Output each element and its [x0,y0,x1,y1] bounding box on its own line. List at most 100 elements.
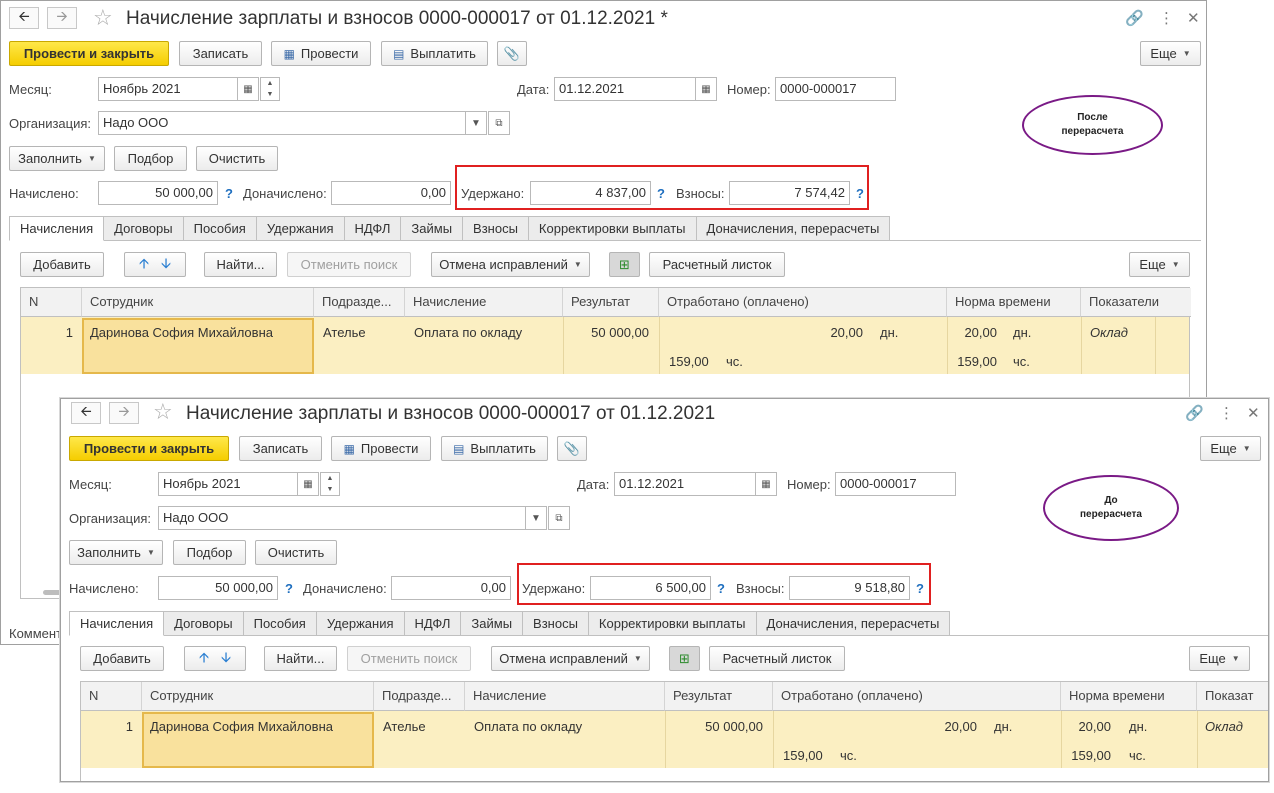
attach-button[interactable]: 📎 [557,436,587,461]
more-vertical-icon[interactable]: ⋮ [1159,9,1174,27]
add-button[interactable]: Добавить [20,252,104,277]
payslip-button[interactable]: Расчетный листок [709,646,845,671]
clear-button[interactable]: Очистить [196,146,278,171]
find-button[interactable]: Найти... [264,646,337,671]
post-and-close-button[interactable]: Провести и закрыть [9,41,169,66]
payslip-button[interactable]: Расчетный листок [649,252,785,277]
add-button[interactable]: Добавить [80,646,164,671]
employee-cell[interactable]: Даринова София Михайловна [82,318,314,374]
select-button[interactable]: Подбор [114,146,187,171]
star-icon[interactable]: ☆ [153,401,173,423]
month-spinner[interactable]: ▲ ▼ [320,472,340,496]
tab-accruals[interactable]: Начисления [9,216,105,241]
back-button[interactable]: 🡨 [9,7,39,29]
help-icon[interactable]: ? [285,581,293,596]
employee-cell[interactable]: Даринова София Михайловна [142,712,374,768]
month-field[interactable]: Ноябрь 2021 [158,472,298,496]
tab-accruals[interactable]: Начисления [69,611,165,636]
help-icon[interactable]: ? [717,581,725,596]
post-and-close-button[interactable]: Провести и закрыть [69,436,229,461]
tab-contributions[interactable]: Взносы [523,611,589,636]
table-settings-button[interactable]: ⊞ [609,252,640,277]
more-vertical-icon[interactable]: ⋮ [1219,404,1234,422]
calendar-icon[interactable]: ▦ [695,77,717,101]
open-icon[interactable]: ⧉ [548,506,570,530]
tab-contracts[interactable]: Договоры [164,611,244,636]
help-icon[interactable]: ? [916,581,924,596]
cancel-search-button[interactable]: Отменить поиск [287,252,411,277]
close-icon[interactable]: ✕ [1187,9,1200,27]
tab-recalculations[interactable]: Доначисления, перерасчеты [756,611,951,636]
month-spinner[interactable]: ▲ ▼ [260,77,280,101]
tab-ndfl[interactable]: НДФЛ [404,611,462,636]
arrow-up-icon[interactable]: 🡩 [139,253,149,277]
forward-button[interactable]: 🡪 [109,402,139,424]
calendar-icon[interactable]: ▦ [297,472,319,496]
post-button[interactable]: ▦ Провести [271,41,371,66]
tab-loans[interactable]: Займы [461,611,524,636]
clear-button[interactable]: Очистить [255,540,337,565]
tab-loans[interactable]: Займы [401,216,464,241]
pay-button[interactable]: ▤ Выплатить [441,436,548,461]
back-button[interactable]: 🡨 [71,402,101,424]
col-indicators[interactable]: Показатели [1081,288,1191,317]
more-button[interactable]: Еще ▼ [1200,436,1261,461]
help-icon[interactable]: ? [225,186,233,201]
arrow-up-icon[interactable]: 🡩 [199,647,209,671]
col-department[interactable]: Подразде... [314,288,405,317]
number-field[interactable]: 0000-000017 [775,77,896,101]
col-result[interactable]: Результат [665,682,773,711]
help-icon[interactable]: ? [657,186,665,201]
fill-button[interactable]: Заполнить ▼ [9,146,105,171]
date-field[interactable]: 01.12.2021 [554,77,696,101]
save-button[interactable]: Записать [179,41,262,66]
date-field[interactable]: 01.12.2021 [614,472,756,496]
col-n[interactable]: N [21,288,82,317]
help-icon[interactable]: ? [856,186,864,201]
col-department[interactable]: Подразде... [374,682,465,711]
find-button[interactable]: Найти... [204,252,277,277]
col-worked[interactable]: Отработано (оплачено) [773,682,1061,711]
tab-payment-corrections[interactable]: Корректировки выплаты [588,611,757,636]
pay-button[interactable]: ▤ Выплатить [381,41,488,66]
col-result[interactable]: Результат [563,288,659,317]
number-field[interactable]: 0000-000017 [835,472,956,496]
post-button[interactable]: ▦ Провести [331,436,431,461]
cancel-fixes-button[interactable]: Отмена исправлений ▼ [431,252,590,277]
tab-deductions[interactable]: Удержания [316,611,405,636]
col-employee[interactable]: Сотрудник [142,682,374,711]
cancel-fixes-button[interactable]: Отмена исправлений ▼ [491,646,650,671]
select-button[interactable]: Подбор [173,540,246,565]
organization-field[interactable]: Надо ООО [98,111,466,135]
close-icon[interactable]: ✕ [1247,404,1260,422]
col-indicators[interactable]: Показат [1197,682,1268,711]
organization-field[interactable]: Надо ООО [158,506,526,530]
col-n[interactable]: N [81,682,142,711]
tab-benefits[interactable]: Пособия [243,611,317,636]
more-button[interactable]: Еще ▼ [1140,41,1201,66]
col-norm[interactable]: Норма времени [1061,682,1197,711]
link-icon[interactable]: 🔗 [1125,9,1144,27]
dropdown-icon[interactable]: ▼ [525,506,547,530]
fill-button[interactable]: Заполнить ▼ [69,540,163,565]
col-employee[interactable]: Сотрудник [82,288,314,317]
tab-recalculations[interactable]: Доначисления, перерасчеты [696,216,891,241]
col-norm[interactable]: Норма времени [947,288,1081,317]
tab-payment-corrections[interactable]: Корректировки выплаты [528,216,697,241]
star-icon[interactable]: ☆ [93,7,113,29]
table-settings-button[interactable]: ⊞ [669,646,700,671]
tab-contracts[interactable]: Договоры [104,216,184,241]
open-icon[interactable]: ⧉ [488,111,510,135]
col-accrual[interactable]: Начисление [405,288,563,317]
arrow-down-icon[interactable]: 🡫 [221,647,231,671]
col-accrual[interactable]: Начисление [465,682,665,711]
month-field[interactable]: Ноябрь 2021 [98,77,238,101]
calendar-icon[interactable]: ▦ [755,472,777,496]
attach-button[interactable]: 📎 [497,41,527,66]
arrow-down-icon[interactable]: 🡫 [161,253,171,277]
tab-deductions[interactable]: Удержания [256,216,345,241]
calendar-icon[interactable]: ▦ [237,77,259,101]
forward-button[interactable]: 🡪 [47,7,77,29]
col-worked[interactable]: Отработано (оплачено) [659,288,947,317]
tab-ndfl[interactable]: НДФЛ [344,216,402,241]
